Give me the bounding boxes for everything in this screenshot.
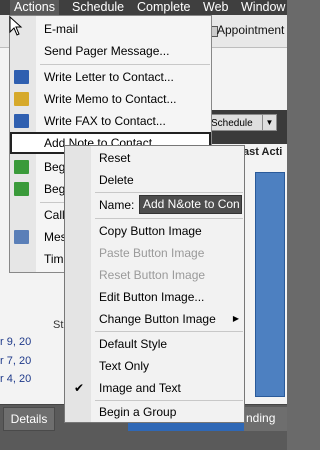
ctx-image-and-text[interactable]: ✔ Image and Text xyxy=(65,377,244,399)
menu-item-write-fax[interactable]: Write FAX to Contact... xyxy=(10,110,211,132)
last-activity-header: ast Acti xyxy=(243,146,283,158)
letter-icon xyxy=(14,70,29,84)
menu-schedule[interactable]: Schedule xyxy=(68,0,128,15)
begin-icon xyxy=(14,182,29,196)
ctx-begin-group[interactable]: Begin a Group xyxy=(65,401,244,423)
menu-web[interactable]: Web xyxy=(199,0,232,15)
ctx-reset-image: Reset Button Image xyxy=(99,268,206,282)
date-row: r 9, 20 xyxy=(0,336,32,348)
message-icon xyxy=(14,230,29,244)
begin-icon xyxy=(14,160,29,174)
button-context-menu: Reset Delete Name: Add N&ote to Con Copy… xyxy=(64,145,245,423)
check-icon: ✔ xyxy=(74,381,85,395)
tab-details[interactable]: Details xyxy=(3,407,55,431)
calendar-panel xyxy=(255,172,285,397)
menu-item-send-pager[interactable]: Send Pager Message... xyxy=(10,40,211,62)
menu-actions[interactable]: Actions xyxy=(10,0,59,15)
menu-item-write-memo[interactable]: Write Memo to Contact... xyxy=(10,88,211,110)
menu-window[interactable]: Window xyxy=(237,0,289,15)
button-name-input[interactable]: Add N&ote to Con xyxy=(139,195,242,214)
ctx-name-row: Name: Add N&ote to Con xyxy=(65,194,244,216)
menubar: Actions Schedule Complete Web Window xyxy=(0,0,287,15)
chevron-right-icon: ▶ xyxy=(232,314,239,323)
ctx-change-image[interactable]: Change Button Image ▶ xyxy=(65,308,244,330)
memo-icon xyxy=(14,92,29,106)
ctx-default-style[interactable]: Default Style xyxy=(65,333,244,355)
ctx-text-only[interactable]: Text Only xyxy=(65,355,244,377)
ctx-copy-image[interactable]: Copy Button Image xyxy=(65,220,244,242)
menu-item-email[interactable]: E-mail xyxy=(10,18,211,40)
date-row: r 7, 20 xyxy=(0,355,32,367)
status-label: St xyxy=(53,319,64,331)
date-row: r 4, 20 xyxy=(0,373,32,385)
ctx-delete[interactable]: Delete xyxy=(65,169,244,191)
appointment-button[interactable]: Appointment xyxy=(217,23,284,37)
schedule-dropdown[interactable]: Schedule xyxy=(206,114,264,131)
chevron-down-icon[interactable]: ▼ xyxy=(262,114,277,131)
menu-item-write-letter[interactable]: Write Letter to Contact... xyxy=(10,66,211,88)
mouse-cursor-icon xyxy=(9,16,23,36)
fax-icon xyxy=(14,114,29,128)
ctx-edit-image[interactable]: Edit Button Image... xyxy=(65,286,244,308)
menu-complete[interactable]: Complete xyxy=(133,0,195,15)
ctx-paste-image: Paste Button Image xyxy=(99,246,205,260)
tab-pending[interactable]: nding xyxy=(244,407,287,431)
ctx-reset[interactable]: Reset xyxy=(65,147,244,169)
